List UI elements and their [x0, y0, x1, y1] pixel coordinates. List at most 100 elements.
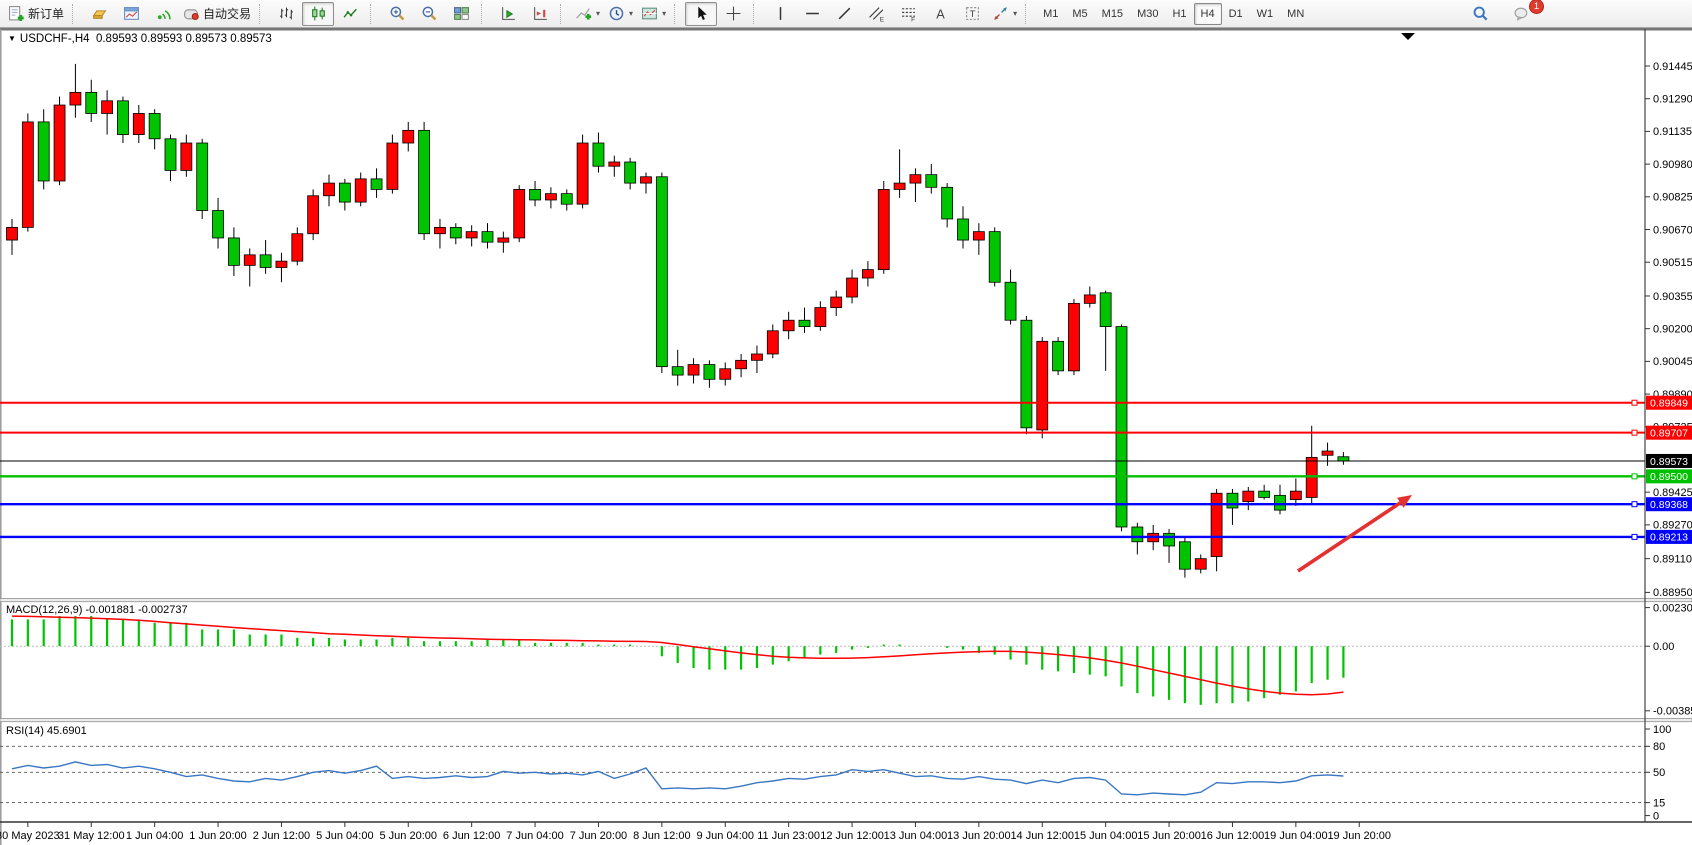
timeframe-group: M1M5M15M30H1H4D1W1MN: [1036, 3, 1311, 25]
macd-name: MACD(12,26,9): [6, 604, 82, 616]
rsi-value: 45.6901: [47, 725, 87, 737]
main-plot-area[interactable]: [0, 29, 1645, 598]
horizontal-line-tool-button[interactable]: [796, 2, 828, 26]
zoom-out-button[interactable]: [413, 2, 445, 26]
candlestick-chart-icon: [310, 5, 327, 22]
time-axis[interactable]: [0, 822, 1692, 845]
text-tool-button[interactable]: A: [924, 2, 956, 26]
timeframe-W1[interactable]: W1: [1250, 3, 1281, 25]
fibonacci-tool-button[interactable]: F: [892, 2, 924, 26]
chart-title: ▼USDCHF-,H4 0.89593 0.89593 0.89573 0.89…: [8, 33, 272, 45]
add-indicator-button[interactable]: ▾: [571, 2, 604, 26]
new-order-button[interactable]: 新订单: [4, 2, 68, 26]
arrows-tool-button[interactable]: ▾: [988, 2, 1021, 26]
chevron-down-icon: ▾: [596, 9, 600, 18]
chevron-down-icon: ▾: [662, 9, 666, 18]
fibonacci-icon: F: [900, 5, 917, 22]
auto-trading-label: 自动交易: [203, 5, 251, 22]
cursor-tool-button[interactable]: [685, 2, 717, 26]
svg-text:T: T: [969, 9, 975, 20]
toolbar-separator: [674, 4, 682, 24]
toolbar-separator: [1025, 4, 1033, 24]
template-button[interactable]: ▾: [637, 2, 670, 26]
tile-windows-icon: [453, 5, 470, 22]
macd-values: -0.001881 -0.002737: [85, 604, 187, 616]
auto-scroll-button[interactable]: [492, 2, 524, 26]
toolbar-separator: [481, 4, 489, 24]
tile-windows-button[interactable]: [445, 2, 477, 26]
template-chart-icon: [641, 5, 658, 22]
timeframe-M5[interactable]: M5: [1065, 3, 1094, 25]
toolbar-right-group: 1: [1464, 2, 1538, 26]
trendline-tool-button[interactable]: [828, 2, 860, 26]
market-watch-button[interactable]: [83, 2, 115, 26]
toolbar-separator: [72, 4, 80, 24]
timeframe-D1[interactable]: D1: [1222, 3, 1250, 25]
rsi-indicator-label: RSI(14) 45.6901: [6, 725, 87, 737]
auto-trading-icon: [183, 5, 200, 22]
svg-text:E: E: [879, 16, 883, 22]
toolbar: 新订单 自动交易: [0, 0, 1692, 28]
chat-badge: 1: [1529, 0, 1544, 14]
crosshair-icon: [725, 5, 742, 22]
line-chart-icon: [342, 5, 359, 22]
label-tool-button[interactable]: T: [956, 2, 988, 26]
new-order-icon: [8, 5, 25, 22]
timeframe-M15[interactable]: M15: [1095, 3, 1130, 25]
chart-shift-icon: [532, 5, 549, 22]
channel-icon: E: [868, 5, 885, 22]
chart-window-icon: [123, 5, 140, 22]
cursor-icon: [693, 5, 710, 22]
signal-icon: [155, 5, 172, 22]
svg-text:F: F: [911, 16, 915, 22]
macd-indicator-label: MACD(12,26,9) -0.001881 -0.002737: [6, 604, 188, 616]
timeframe-M30[interactable]: M30: [1130, 3, 1165, 25]
channel-tool-button[interactable]: E: [860, 2, 892, 26]
price-axis[interactable]: [1645, 29, 1692, 822]
gold-bar-icon: [91, 5, 108, 22]
period-clock-icon: [608, 5, 625, 22]
chart-window: 0.914450.912900.911350.909800.908250.906…: [0, 28, 1692, 845]
macd-plot-area[interactable]: [0, 601, 1645, 719]
timeframe-M1[interactable]: M1: [1036, 3, 1065, 25]
chart-shift-button[interactable]: [524, 2, 556, 26]
zoom-in-icon: [389, 5, 406, 22]
line-chart-button[interactable]: [334, 2, 366, 26]
bar-chart-icon: [278, 5, 295, 22]
signals-button[interactable]: [147, 2, 179, 26]
chevron-down-icon: ▾: [629, 9, 633, 18]
timeframe-H4[interactable]: H4: [1194, 3, 1222, 25]
text-icon: A: [932, 5, 949, 22]
candlestick-chart-button[interactable]: [302, 2, 334, 26]
bar-chart-button[interactable]: [270, 2, 302, 26]
chat-button[interactable]: 1: [1506, 2, 1538, 26]
rsi-plot-area[interactable]: [0, 722, 1645, 822]
auto-scroll-icon: [500, 5, 517, 22]
search-button[interactable]: [1464, 2, 1496, 26]
price-chart[interactable]: 0.914450.912900.911350.909800.908250.906…: [0, 29, 1692, 845]
arrows-icon: [992, 5, 1009, 22]
horizontal-line-icon: [804, 5, 821, 22]
crosshair-tool-button[interactable]: [717, 2, 749, 26]
chevron-down-icon: ▾: [1013, 9, 1017, 18]
zoom-out-icon: [421, 5, 438, 22]
vertical-line-icon: [772, 5, 789, 22]
timeframe-H1[interactable]: H1: [1165, 3, 1193, 25]
toolbar-separator: [259, 4, 267, 24]
chart-menu-icon[interactable]: ▼: [8, 34, 16, 43]
toolbar-separator: [370, 4, 378, 24]
trendline-icon: [836, 5, 853, 22]
zoom-in-button[interactable]: [381, 2, 413, 26]
label-icon: T: [964, 5, 981, 22]
timeframe-MN[interactable]: MN: [1280, 3, 1311, 25]
period-button[interactable]: ▾: [604, 2, 637, 26]
toolbar-separator: [753, 4, 761, 24]
trading-terminal: 新订单 自动交易: [0, 0, 1692, 845]
chart-ohlc-values: 0.89593 0.89593 0.89573 0.89573: [96, 33, 272, 45]
vertical-line-tool-button[interactable]: [764, 2, 796, 26]
search-icon: [1472, 5, 1489, 22]
toolbar-separator: [560, 4, 568, 24]
chart-window-button[interactable]: [115, 2, 147, 26]
auto-trading-button[interactable]: 自动交易: [179, 2, 255, 26]
new-order-label: 新订单: [28, 5, 64, 22]
